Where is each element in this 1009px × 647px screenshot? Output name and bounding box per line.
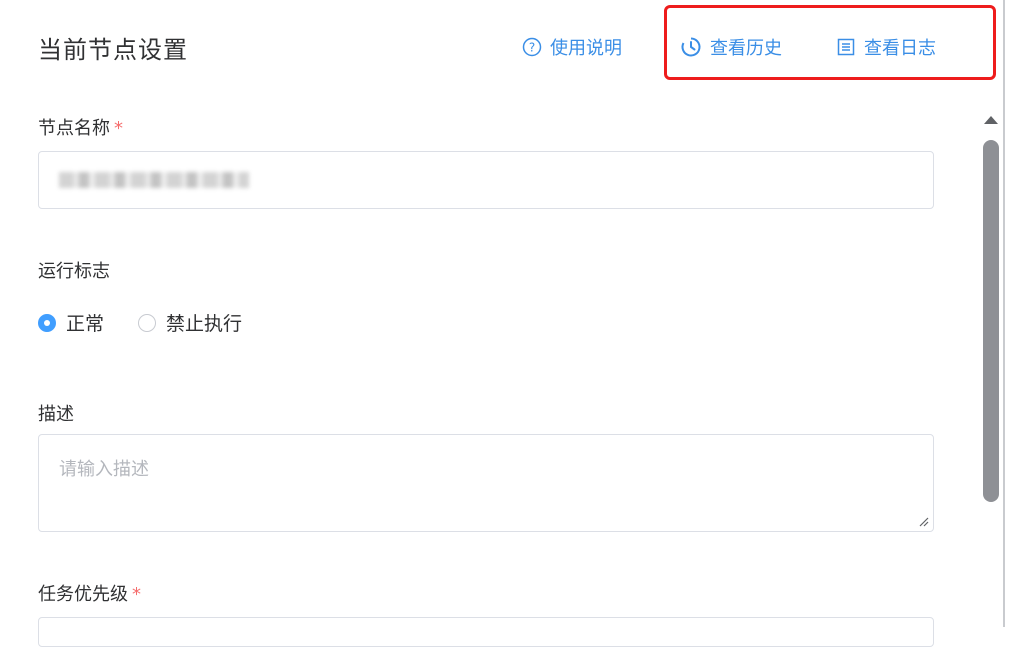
resize-handle-icon[interactable] xyxy=(917,515,929,527)
radio-unchecked-icon xyxy=(138,313,157,332)
node-name-label-text: 节点名称 xyxy=(38,118,110,139)
description-placeholder: 请输入描述 xyxy=(59,459,149,480)
scrollbar-thumb[interactable] xyxy=(983,140,999,502)
required-marker: * xyxy=(114,118,123,139)
radio-normal[interactable]: 正常 xyxy=(38,309,104,336)
node-name-label: 节点名称 * xyxy=(38,114,123,140)
help-link-label: 使用说明 xyxy=(550,38,622,59)
priority-label: 任务优先级 * xyxy=(38,580,141,606)
run-flag-label: 运行标志 xyxy=(38,261,110,282)
priority-input[interactable] xyxy=(38,617,934,647)
svg-text:?: ? xyxy=(529,41,535,55)
scroll-up-arrow-icon[interactable] xyxy=(984,116,998,124)
radio-disabled-label: 禁止执行 xyxy=(166,313,243,335)
priority-label-text: 任务优先级 xyxy=(38,584,128,605)
node-name-input[interactable] xyxy=(38,151,934,209)
radio-checked-icon xyxy=(38,313,56,332)
run-flag-radio-group: 正常 禁止执行 xyxy=(38,309,276,336)
radio-disabled-execution[interactable]: 禁止执行 xyxy=(138,309,242,336)
page-title: 当前节点设置 xyxy=(38,36,188,64)
radio-normal-label: 正常 xyxy=(66,313,105,335)
required-marker: * xyxy=(132,584,141,605)
help-link[interactable]: ? 使用说明 xyxy=(522,34,622,60)
question-circle-icon: ? xyxy=(522,37,542,57)
node-settings-panel: 当前节点设置 ? 使用说明 查看历史 查看日志 节点名称 * 运行标志 正常 禁… xyxy=(0,0,1009,647)
panel-divider xyxy=(1003,0,1005,627)
description-label: 描述 xyxy=(38,404,74,425)
description-textarea[interactable]: 请输入描述 xyxy=(38,434,934,532)
redacted-value xyxy=(59,172,249,188)
highlight-annotation-box xyxy=(664,5,996,80)
